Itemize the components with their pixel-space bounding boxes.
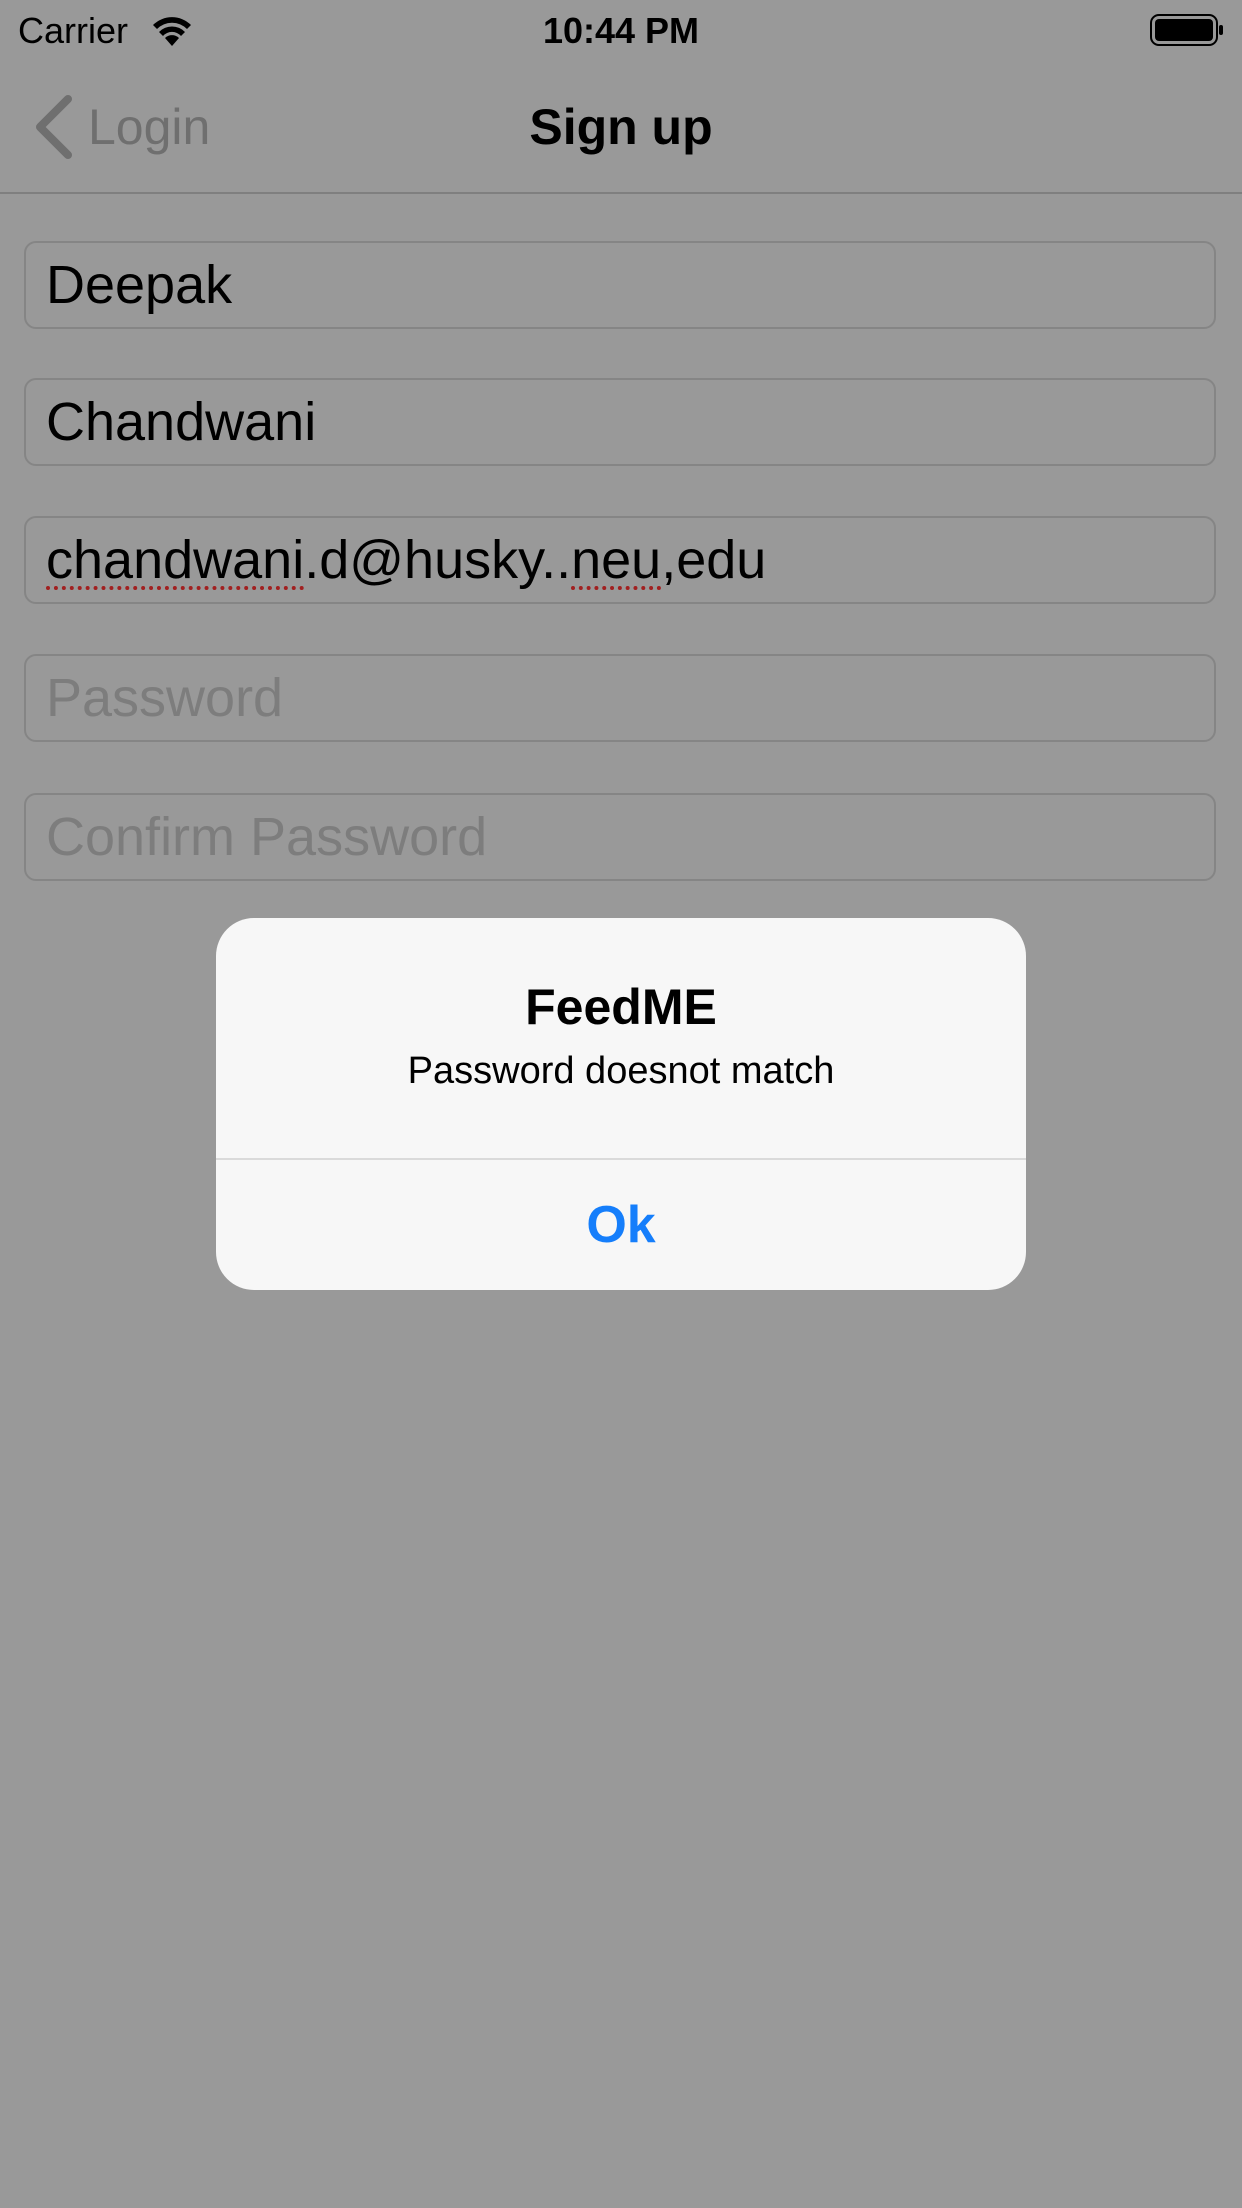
confirm-password-placeholder: Confirm Password <box>46 807 488 867</box>
status-bar: Carrier 10:44 PM <box>0 0 1242 60</box>
sign-up-screen: Carrier 10:44 PM Login Sign up Deepak Ch… <box>0 0 1242 2208</box>
email-misspelled-segment: chandwani <box>46 530 305 590</box>
last-name-field[interactable]: Chandwani <box>24 378 1216 466</box>
battery-icon <box>1150 14 1223 46</box>
first-name-value: Deepak <box>46 255 233 315</box>
last-name-value: Chandwani <box>46 392 317 452</box>
password-field[interactable]: Password <box>24 654 1216 742</box>
ok-button[interactable]: Ok <box>216 1160 1026 1290</box>
confirm-password-field[interactable]: Confirm Password <box>24 793 1216 881</box>
email-segment: ,edu <box>661 530 767 590</box>
alert-message: Password doesnot match <box>407 1050 835 1092</box>
email-field[interactable]: chandwani .d@husky.. neu ,edu <box>24 516 1216 604</box>
navigation-bar: Login Sign up <box>0 60 1242 194</box>
password-placeholder: Password <box>46 668 284 728</box>
first-name-field[interactable]: Deepak <box>24 241 1216 329</box>
email-misspelled-segment: neu <box>571 530 662 590</box>
status-time: 10:44 PM <box>542 10 700 51</box>
email-segment: .d@husky.. <box>304 530 572 590</box>
alert-title: FeedME <box>525 979 717 1035</box>
page-title: Sign up <box>529 99 713 155</box>
alert-dialog: FeedME Password doesnot match Ok <box>216 918 1026 1290</box>
